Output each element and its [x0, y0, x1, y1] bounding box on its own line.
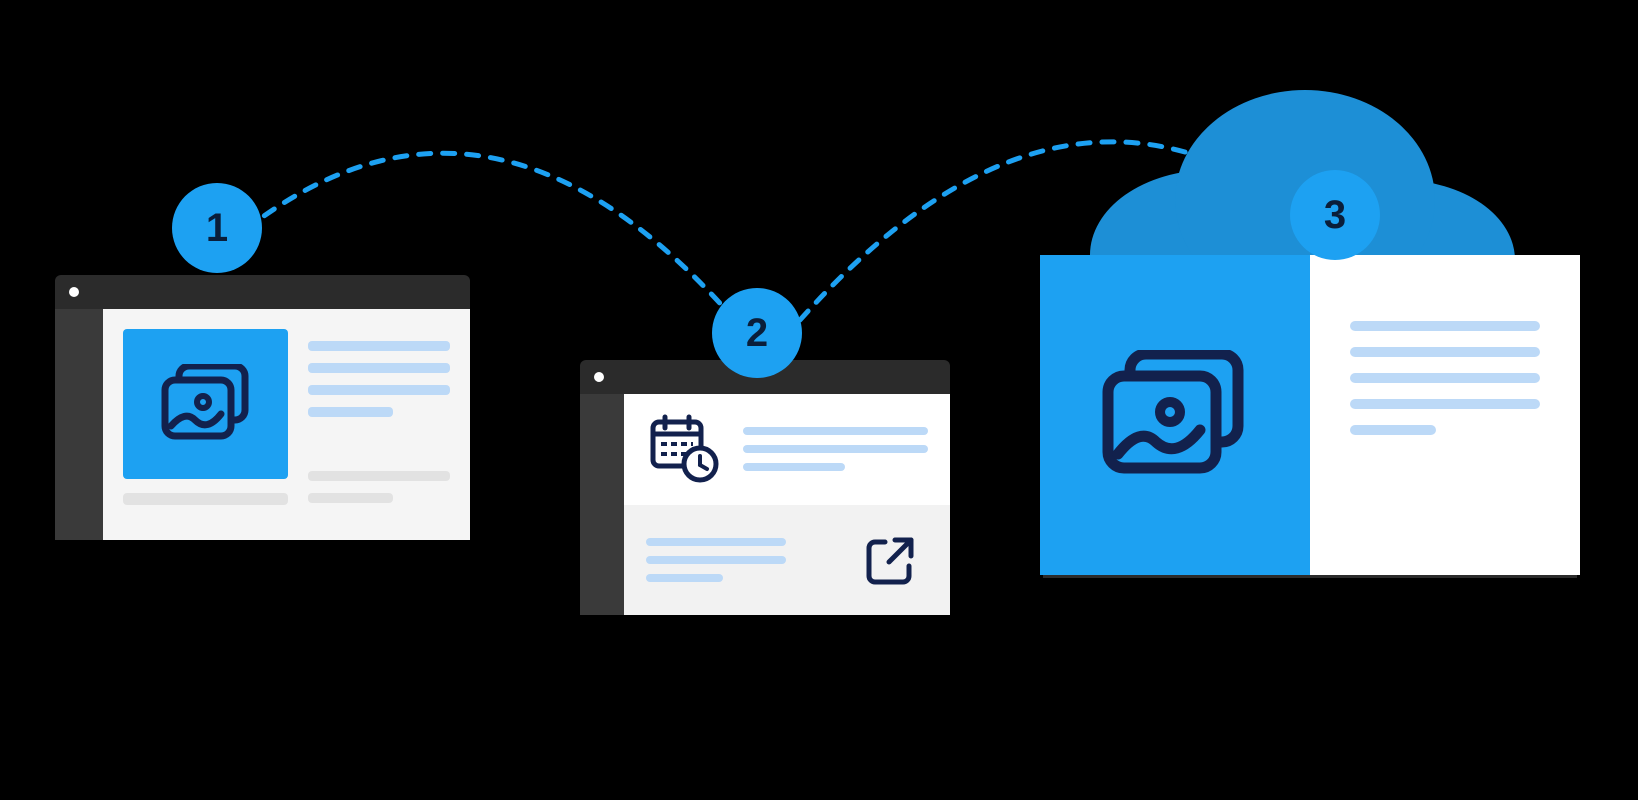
placeholder-line	[1350, 373, 1540, 383]
step-number: 1	[206, 206, 228, 251]
text-lines	[646, 528, 786, 592]
placeholder-line	[1350, 347, 1540, 357]
window-sidebar	[580, 394, 624, 615]
placeholder-line	[308, 407, 393, 417]
placeholder-line	[308, 385, 450, 395]
placeholder-line	[646, 556, 786, 564]
placeholder-line	[308, 341, 450, 351]
placeholder-line	[646, 574, 723, 582]
step-number: 2	[746, 311, 768, 356]
placeholder-line	[308, 493, 393, 503]
placeholder-line	[308, 471, 450, 481]
window-sidebar	[55, 309, 103, 540]
placeholder-line	[743, 463, 845, 471]
window-dot-icon	[594, 372, 604, 382]
placeholder-line	[1350, 425, 1436, 435]
publish-panel	[624, 505, 950, 616]
window-titlebar	[55, 275, 470, 309]
display-media	[1040, 255, 1310, 575]
calendar-clock-icon	[648, 414, 720, 484]
text-lines	[308, 329, 450, 520]
step-badge-2: 2	[712, 288, 802, 378]
gallery-icon	[1100, 350, 1250, 480]
step-card-1	[55, 275, 470, 540]
placeholder-line	[743, 427, 928, 435]
media-preview	[123, 329, 288, 479]
text-lines	[743, 417, 928, 481]
window-content	[103, 309, 470, 540]
placeholder-line	[646, 538, 786, 546]
placeholder-line	[1350, 321, 1540, 331]
placeholder-line	[123, 493, 288, 505]
step-number: 3	[1324, 193, 1346, 238]
display-text	[1310, 255, 1580, 575]
placeholder-line	[743, 445, 928, 453]
step-card-2	[580, 360, 950, 615]
placeholder-line	[1350, 399, 1540, 409]
window-dot-icon	[69, 287, 79, 297]
placeholder-line	[308, 363, 450, 373]
gallery-icon	[161, 364, 251, 444]
step-card-3	[1040, 255, 1580, 575]
schedule-panel	[624, 394, 950, 505]
external-link-icon	[865, 534, 917, 586]
step-badge-1: 1	[172, 183, 262, 273]
step-badge-3: 3	[1290, 170, 1380, 260]
